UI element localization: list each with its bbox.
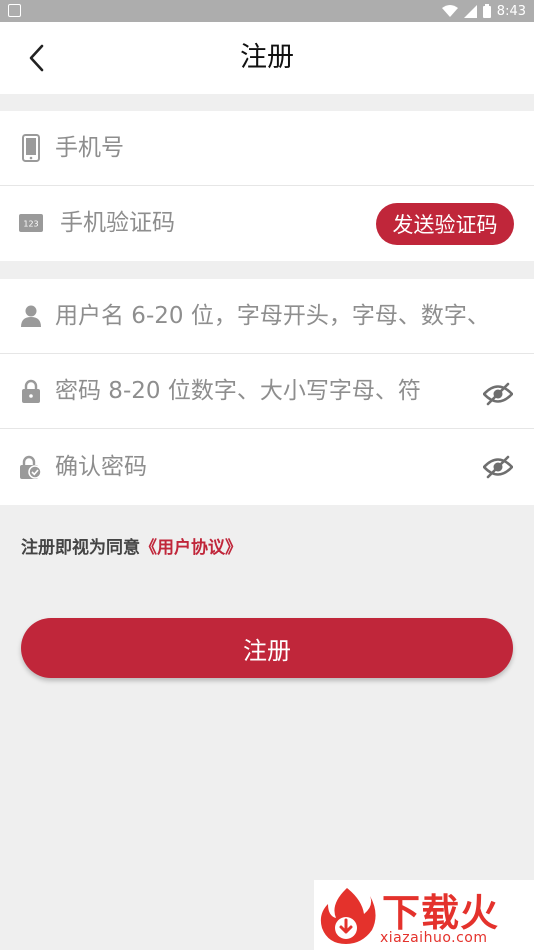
nav-bar: 注册	[0, 22, 534, 94]
row-divider	[0, 428, 534, 429]
phone-row	[0, 111, 534, 186]
toggle-confirm-visibility[interactable]	[482, 454, 514, 480]
status-bar: 8:43	[0, 0, 534, 22]
page-title: 注册	[240, 42, 294, 73]
phone-input[interactable]	[55, 125, 495, 171]
username-row	[0, 279, 534, 354]
keypad-icon-text: 123	[23, 220, 38, 229]
register-button[interactable]: 注册	[21, 618, 513, 678]
user-agreement-link[interactable]: 《用户协议》	[140, 538, 242, 558]
confirm-password-row	[0, 430, 534, 505]
agreement-text: 注册即视为同意《用户协议》	[21, 533, 242, 558]
status-time: 8:43	[496, 3, 526, 19]
user-icon	[19, 301, 43, 331]
wifi-icon	[441, 4, 458, 17]
phone-icon	[19, 133, 43, 163]
send-code-button[interactable]: 发送验证码	[376, 203, 514, 245]
watermark-domain: xiazaihuo.com	[380, 930, 488, 946]
keypad-icon: 123	[19, 208, 43, 238]
status-icons: 8:43	[441, 2, 526, 20]
watermark-name: 下载火	[382, 891, 500, 935]
confirm-password-input[interactable]	[55, 444, 445, 490]
signal-icon	[463, 4, 477, 18]
lock-check-icon	[19, 452, 43, 482]
sms-code-input[interactable]	[60, 200, 360, 246]
password-input[interactable]	[55, 368, 445, 414]
back-button[interactable]	[14, 36, 58, 80]
back-chevron-icon	[29, 44, 44, 72]
battery-icon	[482, 4, 491, 18]
notification-icon	[8, 4, 21, 17]
lock-icon	[19, 376, 43, 406]
watermark: 下载火 xiazaihuo.com	[314, 880, 534, 950]
toggle-password-visibility[interactable]	[482, 381, 514, 407]
eye-off-icon	[483, 455, 513, 479]
account-group	[0, 279, 534, 505]
username-input[interactable]	[55, 293, 520, 339]
password-row	[0, 354, 534, 429]
flame-logo-icon	[320, 888, 376, 944]
agreement-prefix: 注册即视为同意	[21, 538, 140, 558]
eye-off-icon	[483, 382, 513, 406]
